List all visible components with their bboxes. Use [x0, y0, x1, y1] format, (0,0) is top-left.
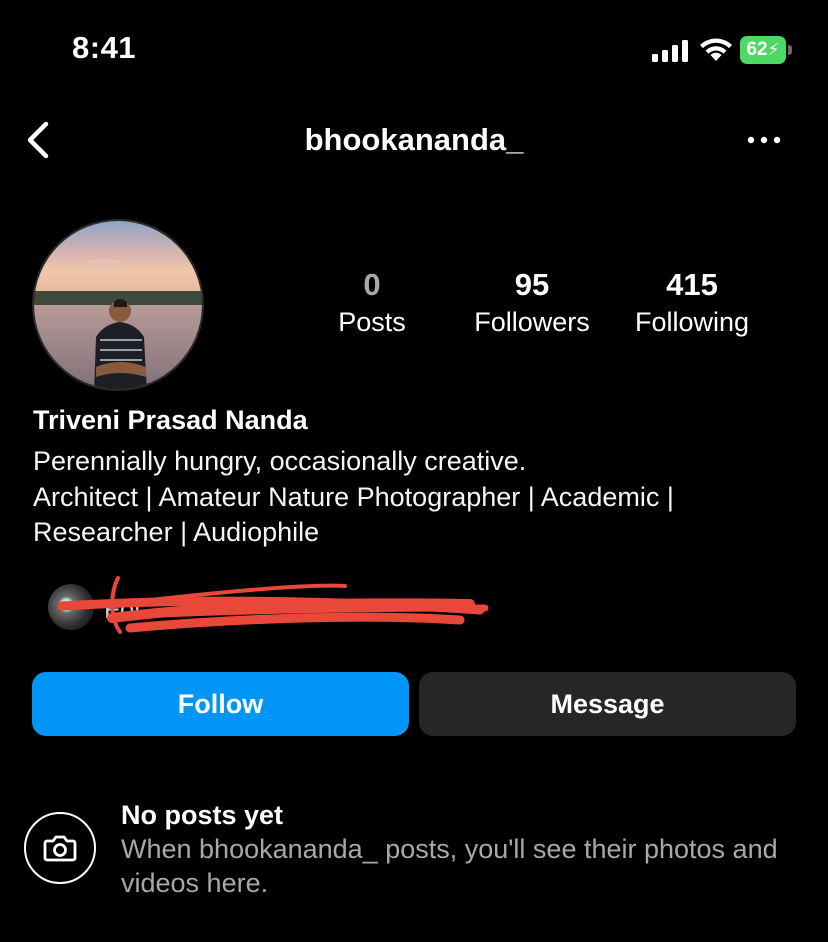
wifi-icon	[700, 38, 732, 61]
posts-stat: 0 Posts	[282, 266, 462, 340]
charging-bolt-icon: ⚡	[767, 40, 780, 59]
redaction-scribble	[57, 576, 489, 634]
battery-nub	[788, 45, 792, 55]
avatar[interactable]	[32, 219, 204, 391]
empty-state-description: When bhookananda_ posts, you'll see thei…	[121, 834, 778, 898]
bio-line: Researcher | Audiophile	[33, 517, 320, 547]
status-bar: 8:41 62 ⚡	[0, 0, 828, 100]
camera-icon-circle	[24, 812, 96, 884]
bio-line: Architect | Amateur Nature Photographer …	[33, 482, 674, 512]
following-stat[interactable]: 415 Following	[602, 266, 782, 340]
camera-icon	[43, 835, 77, 862]
status-time: 8:41	[72, 30, 137, 65]
followers-stat[interactable]: 95 Followers	[442, 266, 622, 340]
bio-line: Perennially hungry, occasionally creativ…	[33, 446, 527, 476]
battery-level: 62 ⚡	[740, 36, 786, 64]
empty-state-title: No posts yet	[121, 800, 284, 830]
avatar-photo	[34, 221, 202, 389]
profile-header: bhookananda_	[0, 110, 828, 170]
following-label: Following	[634, 307, 750, 337]
posts-label: Posts	[338, 307, 406, 337]
battery-charging-icon: 62 ⚡	[740, 36, 792, 64]
followed-by-row[interactable]: Fol	[40, 574, 500, 640]
followers-label: Followers	[474, 307, 590, 337]
cellular-signal-icon	[652, 40, 688, 62]
following-count: 415	[666, 267, 718, 302]
message-button[interactable]: Message	[419, 672, 796, 736]
battery-level-text: 62	[746, 39, 768, 60]
followers-count: 95	[514, 267, 550, 302]
more-horizontal-icon[interactable]	[746, 132, 782, 148]
profile-page: 8:41 62 ⚡ bhookananda_ 0 Posts 95 Follow…	[0, 0, 828, 942]
posts-count: 0	[363, 267, 381, 302]
follow-button[interactable]: Follow	[32, 672, 409, 736]
display-name: Triveni Prasad Nanda	[33, 405, 308, 435]
header-username: bhookananda_	[304, 122, 524, 157]
